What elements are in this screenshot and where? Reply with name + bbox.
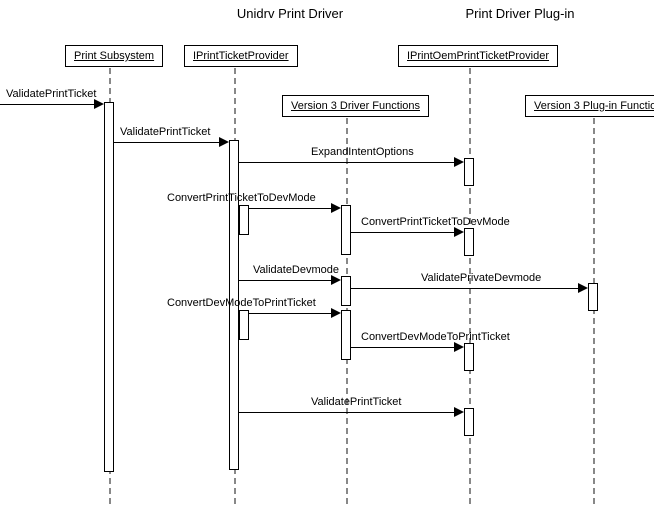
msg-validate-print-ticket-1: ValidatePrintTicket [114, 132, 234, 146]
lifeline-v3-plugin-functions [593, 118, 595, 504]
activation-v3-convert2 [341, 310, 351, 360]
activation-ipt-convert1 [239, 205, 249, 235]
msg-label: ConvertPrintTicketToDevMode [361, 216, 510, 228]
msg-validate-private-devmode: ValidatePrivateDevmode [351, 278, 593, 292]
group-label-plugin: Print Driver Plug-in [430, 6, 610, 21]
activation-ipt-convert2 [239, 310, 249, 340]
msg-label: ValidatePrivateDevmode [421, 272, 541, 284]
lane-v3-plugin-functions: Version 3 Plug-in Functions [525, 95, 654, 117]
msg-validate-print-ticket-2: ValidatePrintTicket [239, 402, 469, 416]
msg-validate-devmode: ValidateDevmode [239, 270, 349, 284]
lane-v3-driver-functions: Version 3 Driver Functions [282, 95, 429, 117]
msg-convert-ptt-devmode-1: ConvertPrintTicketToDevMode [249, 198, 349, 212]
msg-convert-devmode-ptt-1: ConvertDevModeToPrintTicket [249, 303, 349, 317]
msg-convert-ptt-devmode-2: ConvertPrintTicketToDevMode [351, 222, 469, 236]
msg-convert-devmode-ptt-2: ConvertDevModeToPrintTicket [351, 337, 469, 351]
msg-label: ValidatePrintTicket [311, 396, 401, 408]
sequence-diagram: Unidrv Print Driver Print Driver Plug-in… [0, 0, 654, 517]
msg-label: ConvertDevModeToPrintTicket [361, 331, 510, 343]
msg-validate-print-ticket-ext: ValidatePrintTicket [0, 94, 110, 108]
msg-label: ConvertDevModeToPrintTicket [167, 297, 316, 309]
msg-label: ConvertPrintTicketToDevMode [167, 192, 316, 204]
msg-label: ExpandIntentOptions [311, 146, 414, 158]
group-label-unidrv: Unidrv Print Driver [210, 6, 370, 21]
msg-label: ValidatePrintTicket [120, 126, 210, 138]
activation-print-subsystem [104, 102, 114, 472]
msg-expand-intent-options: ExpandIntentOptions [239, 152, 469, 166]
lane-iprint-ticket-provider: IPrintTicketProvider [184, 45, 298, 67]
msg-label: ValidatePrintTicket [6, 88, 96, 100]
activation-v3-convert1 [341, 205, 351, 255]
lane-print-subsystem: Print Subsystem [65, 45, 163, 67]
lane-iprint-oem-print-ticket-provider: IPrintOemPrintTicketProvider [398, 45, 558, 67]
msg-label: ValidateDevmode [253, 264, 339, 276]
